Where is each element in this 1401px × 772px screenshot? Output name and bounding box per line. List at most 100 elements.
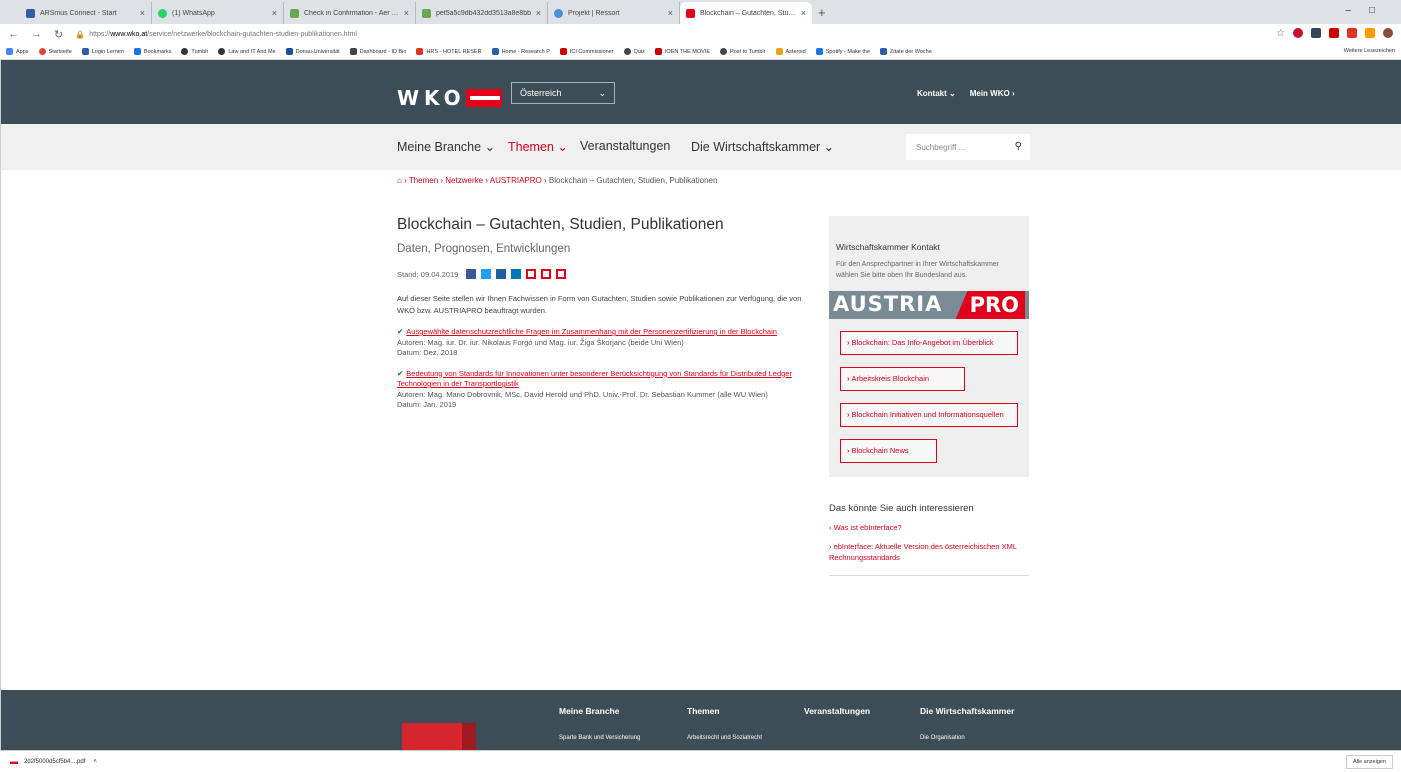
tab-close-icon[interactable]: ×	[272, 8, 277, 18]
forward-icon[interactable]: →	[31, 28, 42, 40]
breadcrumb: ⌂ › Themen › Netzwerke › AUSTRIAPRO › Bl…	[397, 176, 718, 185]
footer-heading[interactable]: Themen	[687, 706, 720, 716]
bookmark-item[interactable]: Tumblr	[181, 48, 208, 55]
extension-icon[interactable]	[1329, 28, 1339, 38]
kontakt-link[interactable]: Kontakt ⌄	[917, 89, 956, 98]
kontakt-label: Kontakt	[917, 89, 947, 98]
tab-close-icon[interactable]: ×	[536, 8, 541, 18]
chevron-up-icon[interactable]: ˄	[93, 759, 97, 765]
print-icon[interactable]	[526, 269, 537, 279]
bookmark-item[interactable]: Post to Tumblr	[720, 48, 766, 55]
related-link[interactable]: › Was ist ebInterface?	[829, 522, 1029, 533]
browser-tab[interactable]: Projekt | Ressort ×	[548, 2, 680, 24]
footer-link[interactable]: Die Organisation	[920, 735, 965, 741]
tab-close-icon[interactable]: ×	[404, 8, 409, 18]
search-input[interactable]: Suchbegriff ... ⚲	[906, 134, 1030, 160]
bookmark-label: ICI Commissioner	[569, 48, 614, 55]
back-icon[interactable]: ←	[8, 28, 19, 40]
tab-favicon-icon	[158, 8, 167, 18]
list-item: ✔ Ausgewählte datenschutzrechtliche Frage…	[397, 327, 809, 359]
download-filename[interactable]: 2d2f5000d5cf5b4....pdf	[24, 759, 85, 765]
browser-tab[interactable]: Check in Confirmation - Aer Lin ×	[284, 2, 416, 24]
mein-wko-label: Mein WKO	[969, 89, 1010, 98]
tab-favicon-icon	[290, 8, 299, 18]
country-select[interactable]: Österreich ⌄	[511, 82, 615, 104]
facebook-icon[interactable]	[466, 269, 477, 279]
url-input[interactable]: https://www.wko.at/service/netzwerke/blo…	[89, 31, 357, 38]
chevron-down-icon: ⌄	[598, 87, 606, 98]
bookmark-item[interactable]: HRS - HOTEL RESER	[416, 48, 482, 55]
bookmark-item[interactable]: Dashboard - ID Bio	[349, 48, 406, 55]
bookmark-item[interactable]: Asteroid	[775, 48, 806, 55]
rss-icon[interactable]	[1365, 28, 1375, 38]
tab-title: (1) WhatsApp	[172, 9, 215, 17]
bookmark-item[interactable]: Quiz	[623, 48, 645, 55]
browser-tab[interactable]: (1) WhatsApp ×	[152, 2, 284, 24]
tab-title: Projekt | Ressort	[568, 9, 620, 17]
bookmark-item[interactable]: Zitate der Woche	[880, 48, 932, 55]
main-navigation: Meine Branche ⌄ Themen ⌄ Veranstaltungen…	[1, 124, 1401, 170]
window-controls[interactable]: –□	[1345, 5, 1393, 16]
mail-icon[interactable]	[541, 269, 552, 279]
bookmark-item[interactable]: Startseite	[38, 48, 72, 55]
sidebar-link[interactable]: › Blockchain News	[840, 439, 937, 463]
other-bookmarks[interactable]: Weitere Lesezeichen	[1344, 48, 1395, 54]
bookmark-item[interactable]: Login Lernen	[81, 48, 124, 55]
wko-logo[interactable]: WKO	[397, 86, 502, 110]
bookmark-item[interactable]: Donau-Universität	[285, 48, 340, 55]
url-host: www.wko.at	[110, 30, 148, 38]
footer-link[interactable]: Sparte Bank und Versicherung	[559, 735, 640, 741]
bookmark-item[interactable]: ICI Commissioner	[559, 48, 614, 55]
home-icon[interactable]: ⌂	[397, 176, 402, 185]
footer-heading[interactable]: Veranstaltungen	[804, 706, 870, 716]
bookmark-label: Tumblr	[191, 48, 209, 55]
breadcrumb-link[interactable]: AUSTRIAPRO	[490, 176, 542, 185]
apps-icon	[6, 48, 13, 55]
bookmark-icon	[654, 48, 662, 55]
linkedin-icon[interactable]	[511, 269, 522, 279]
breadcrumb-link[interactable]: Themen	[409, 176, 438, 185]
show-all-downloads-button[interactable]: Alle anzeigen	[1345, 755, 1393, 769]
browser-tab-active[interactable]: Blockchain – Gutachten, Studien ×	[680, 2, 812, 24]
extension-icon[interactable]	[1347, 28, 1357, 38]
bookmark-item[interactable]: Spotify - Make the	[815, 48, 870, 55]
sidebar-link[interactable]: › Arbeitskreis Blockchain	[840, 367, 965, 391]
bookmark-item[interactable]: Bookmarks	[133, 48, 171, 55]
nav-wirtschaftskammer[interactable]: Die Wirtschaftskammer ⌄	[691, 139, 834, 154]
publication-link[interactable]: Bedeutung von Standards für Innovationen…	[397, 369, 792, 389]
bookmark-item[interactable]: Home - Research P	[491, 48, 550, 55]
nav-veranstaltungen[interactable]: Veranstaltungen	[580, 139, 670, 153]
nav-meine-branche[interactable]: Meine Branche ⌄	[397, 139, 495, 154]
sidebar-link[interactable]: › Blockchain: Das Info-Angebot im Überbli…	[840, 331, 1018, 355]
tumblr-icon[interactable]	[1311, 28, 1321, 38]
bookmark-item[interactable]: Law and IT And Me	[218, 48, 276, 55]
bookmark-item[interactable]: Apps	[6, 48, 29, 55]
browser-tab[interactable]: ARSmus Connect - Start ×	[20, 2, 152, 24]
mein-wko-link[interactable]: Mein WKO ›	[970, 89, 1015, 98]
footer-heading[interactable]: Die Wirtschaftskammer	[920, 706, 1014, 716]
publication-link[interactable]: Ausgewählte datenschutzrechtliche Fragen…	[406, 327, 777, 336]
reload-icon[interactable]: ↻	[54, 28, 63, 41]
bookmark-icon	[285, 48, 293, 55]
footer-heading[interactable]: Meine Branche	[559, 706, 619, 716]
tab-close-icon[interactable]: ×	[140, 8, 145, 18]
tab-close-icon[interactable]: ×	[801, 8, 806, 18]
extension-icon[interactable]	[1293, 28, 1303, 38]
nav-themen[interactable]: Themen ⌄	[508, 139, 568, 154]
star-icon[interactable]: ☆	[1276, 28, 1285, 39]
new-tab-button[interactable]: +	[818, 2, 826, 24]
chevron-down-icon: ⌄	[484, 140, 496, 154]
bookmark-item[interactable]: IOEN THE MOVIE	[654, 48, 710, 55]
search-icon[interactable]: ⚲	[1015, 141, 1022, 152]
bookmark-icon	[775, 48, 783, 55]
related-link[interactable]: › ebInterface: Aktuelle Version des öste…	[829, 541, 1029, 563]
browser-tab[interactable]: pet5a5c9db432dd3513a8e8bb ×	[416, 2, 548, 24]
profile-avatar[interactable]	[1383, 28, 1393, 38]
footer-link[interactable]: Arbeitsrecht und Sozialrecht	[687, 735, 762, 741]
tab-close-icon[interactable]: ×	[668, 8, 673, 18]
xing-icon[interactable]	[496, 269, 507, 279]
twitter-icon[interactable]	[481, 269, 492, 279]
breadcrumb-link[interactable]: Netzwerke	[445, 176, 483, 185]
sidebar-link[interactable]: › Blockchain Initiativen und Informations…	[840, 403, 1018, 427]
pdf-icon[interactable]	[556, 269, 567, 279]
